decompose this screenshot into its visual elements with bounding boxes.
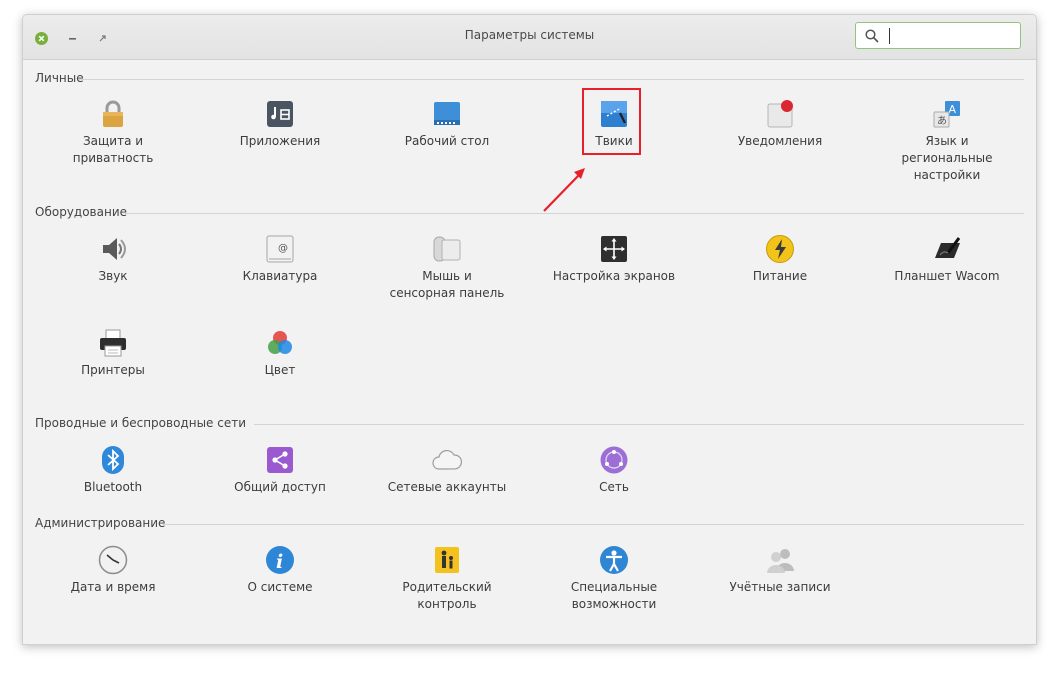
annotation-arrow-icon bbox=[543, 168, 585, 212]
system-settings-window: Параметры системы Личные Защита и приватно… bbox=[22, 14, 1037, 645]
